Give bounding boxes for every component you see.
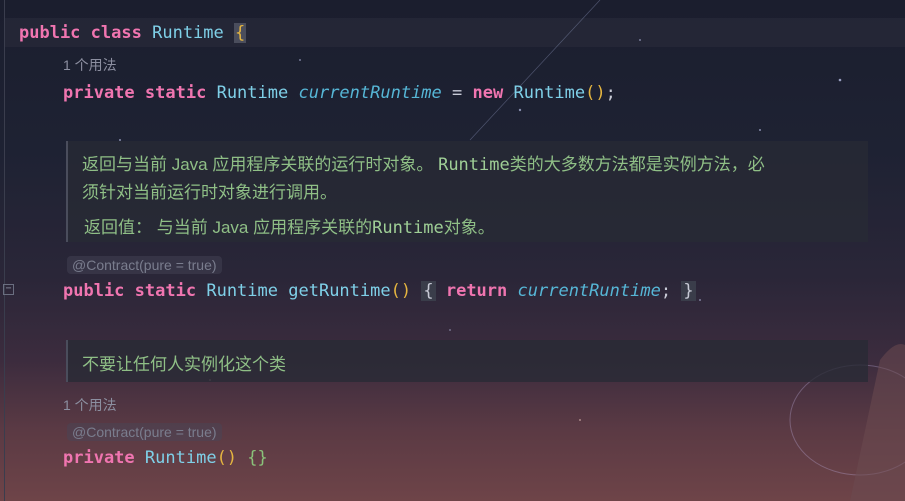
class-declaration-line[interactable]: public class Runtime {	[19, 23, 247, 43]
field-type: Runtime	[216, 83, 289, 103]
constructor-declaration-line[interactable]: private Runtime() {}	[63, 448, 268, 468]
keyword-static: static	[144, 83, 207, 103]
assign-operator: =	[441, 83, 473, 103]
keyword-private: private	[63, 448, 135, 468]
parens: ()	[390, 281, 412, 301]
semicolon: ;	[605, 83, 616, 103]
doc-comment-block: 不要让任何人实例化这个类	[66, 340, 868, 382]
usage-hint[interactable]: 1 个用法	[63, 395, 117, 415]
doc-returns: 返回值： 与当前 Java 应用程序关联的Runtime对象。	[84, 218, 495, 238]
keyword-public: public	[63, 281, 125, 301]
keyword-return: return	[445, 281, 508, 301]
folded-open-brace[interactable]: {	[421, 281, 436, 301]
constructor-call: Runtime	[513, 83, 586, 103]
return-value: currentRuntime	[517, 281, 661, 301]
keyword-class: class	[90, 23, 142, 43]
inferred-annotation[interactable]: @Contract(pure = true)	[67, 423, 222, 441]
editor-gutter	[0, 0, 5, 501]
doc-description: 不要让任何人实例化这个类	[82, 355, 286, 374]
minus-icon[interactable]: −	[3, 284, 14, 295]
keyword-public: public	[19, 23, 81, 43]
folded-close-brace[interactable]: }	[681, 281, 696, 301]
keyword-private: private	[63, 83, 135, 103]
doc-description: 返回与当前 Java 应用程序关联的运行时对象。 Runtime类的大多数方法都…	[82, 155, 765, 202]
return-type: Runtime	[206, 281, 278, 301]
semicolon: ;	[660, 281, 672, 301]
field-name: currentRuntime	[298, 83, 442, 103]
open-brace: {	[234, 23, 247, 43]
keyword-new: new	[472, 83, 504, 103]
method-declaration-line[interactable]: public static Runtime getRuntime() { ret…	[63, 281, 696, 301]
keyword-static: static	[134, 281, 197, 301]
parens: ()	[216, 448, 238, 468]
usage-hint[interactable]: 1 个用法	[63, 55, 117, 75]
class-name: Runtime	[152, 23, 224, 43]
method-name: getRuntime	[288, 281, 391, 301]
inferred-annotation[interactable]: @Contract(pure = true)	[67, 256, 222, 274]
constructor-name: Runtime	[144, 448, 217, 468]
empty-body: {}	[247, 448, 268, 468]
doc-comment-block: 返回与当前 Java 应用程序关联的运行时对象。 Runtime类的大多数方法都…	[66, 141, 868, 242]
parens: ()	[585, 83, 606, 103]
field-declaration-line[interactable]: private static Runtime currentRuntime = …	[63, 83, 616, 103]
